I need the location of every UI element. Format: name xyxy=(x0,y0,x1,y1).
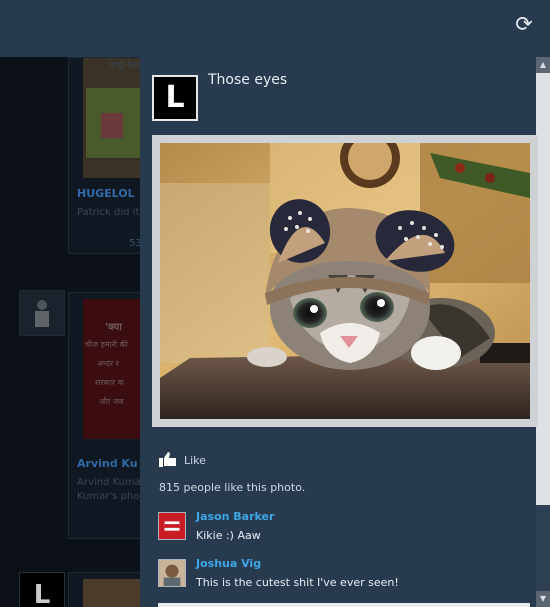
photo-frame[interactable] xyxy=(152,135,538,427)
kitten-photo[interactable] xyxy=(160,143,530,419)
equality-logo-avatar[interactable] xyxy=(158,512,186,540)
comment-text: This is the cutest shit I've ever seen! xyxy=(196,576,399,589)
page-avatar[interactable]: L xyxy=(152,75,198,121)
feed-title[interactable]: HUGELOL xyxy=(77,187,135,200)
comment: Joshua Vig This is the cutest shit I've … xyxy=(158,557,538,595)
feed-subtitle: Kumar's pho xyxy=(77,491,140,502)
feed-subtitle: Arvind Kuma xyxy=(77,477,140,488)
comment: Jason Barker Kikie :) Aaw xyxy=(158,510,538,548)
commenter-name[interactable]: Jason Barker xyxy=(196,510,274,523)
comment-text: Kikie :) Aaw xyxy=(196,529,261,542)
feed-card[interactable] xyxy=(68,572,140,607)
post-detail-panel: ▲ ▼ L Those eyes Like 815 people like th… xyxy=(140,57,550,607)
scroll-down-arrow-icon[interactable]: ▼ xyxy=(536,591,550,607)
avatar-letter: L xyxy=(33,580,51,607)
person-icon xyxy=(20,291,64,335)
feed-avatar[interactable]: L xyxy=(19,572,65,607)
feed-snippet: ing boy xyxy=(109,59,140,70)
like-label[interactable]: Like xyxy=(184,454,206,467)
feed-count: 53 xyxy=(129,238,140,249)
feed-avatar[interactable] xyxy=(19,290,65,336)
poster-text: 'क्या चीज हमारी की अन्दर र सरकार क और जब xyxy=(85,322,128,406)
feed-card[interactable]: ing boy HUGELOL Patrick did it 53 xyxy=(68,57,140,254)
feed-title[interactable]: Arvind Ku xyxy=(77,457,138,470)
profile-photo-avatar[interactable] xyxy=(158,559,186,587)
feed-thumbnail xyxy=(83,58,140,178)
scroll-up-arrow-icon[interactable]: ▲ xyxy=(536,57,550,73)
scrollbar-thumb[interactable] xyxy=(536,73,550,505)
comment-input-edge[interactable] xyxy=(158,603,530,607)
background-feed: ing boy HUGELOL Patrick did it 53 'क्या … xyxy=(0,57,140,607)
feed-card[interactable]: 'क्या चीज हमारी की अन्दर र सरकार क और जब… xyxy=(68,292,140,539)
feed-subtitle: Patrick did it xyxy=(77,207,140,218)
likes-count[interactable]: 815 people like this photo. xyxy=(159,481,305,494)
commenter-name[interactable]: Joshua Vig xyxy=(196,557,261,570)
post-text: Those eyes xyxy=(208,72,288,88)
thumbs-up-icon xyxy=(159,452,176,467)
top-bar: ⟳ xyxy=(0,0,550,57)
feed-thumbnail xyxy=(83,579,140,607)
scrollbar[interactable]: ▲ ▼ xyxy=(536,57,550,607)
refresh-icon[interactable]: ⟳ xyxy=(512,12,536,36)
